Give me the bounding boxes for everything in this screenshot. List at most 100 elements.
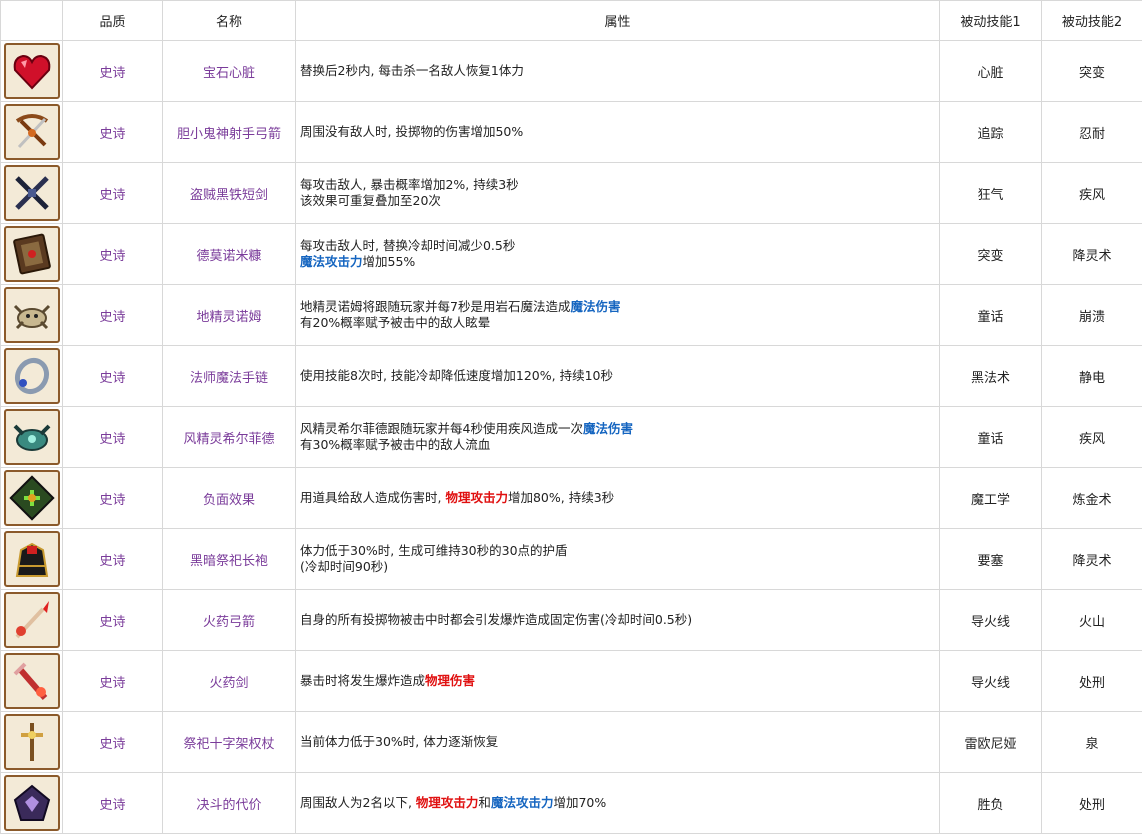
table-row: 史诗 胆小鬼神射手弓箭 周围没有敌人时, 投掷物的伤害增加50% 追踪 忍耐 [0,101,1142,163]
black-dagger-icon [3,165,60,221]
item-quality: 史诗 [62,406,163,468]
table-row: 史诗 盗贼黑铁短剑 每攻击敌人, 暴击概率增加2%, 持续3秒 该效果可重复叠加至20… [0,162,1142,224]
attribute-line: 地精灵诺姆将跟随玩家并每7秒是用岩石魔法造成魔法伤害 [300,299,939,315]
table-row: 史诗 风精灵希尔菲德 风精灵希尔菲德跟随玩家并每4秒使用疾风造成一次魔法伤害 有30%… [0,406,1142,468]
highlight-term: 魔法攻击力 [300,254,363,269]
attribute-text: 体力低于30%时, 生成可维持30秒的30点的护盾 [300,543,568,558]
attribute-text: 增加55% [362,254,416,269]
attribute-line: 有20%概率赋予被击中的敌人眩晕 [300,315,939,331]
attribute-line: 替换后2秒内, 每击杀一名敌人恢复1体力 [300,63,939,79]
attribute-line: 该效果可重复叠加至20次 [300,193,939,209]
item-quality: 史诗 [62,772,163,834]
passive-skill-2: 疾风 [1041,162,1142,224]
item-quality: 史诗 [62,162,163,224]
passive-skill-1: 心脏 [939,40,1042,102]
item-attributes: 风精灵希尔菲德跟随玩家并每4秒使用疾风造成一次魔法伤害 有30%概率赋予被击中的敌… [295,406,940,468]
fire-sword-icon [3,653,60,709]
table-row: 史诗 宝石心脏 替换后2秒内, 每击杀一名敌人恢复1体力 心脏 突变 [0,40,1142,102]
item-attributes: 用道具给敌人造成伤害时, 物理攻击力增加80%, 持续3秒 [295,467,940,529]
attribute-text: 增加70% [553,795,607,810]
passive-skill-2: 降灵术 [1041,223,1142,285]
item-quality: 史诗 [62,345,163,407]
table-row: 史诗 火药弓箭 自身的所有投掷物被击中时都会引发爆炸造成固定伤害(冷却时间0.5秒)… [0,589,1142,651]
passive-skill-1: 胜负 [939,772,1042,834]
item-name: 风精灵希尔菲德 [162,406,296,468]
attribute-line: 有30%概率赋予被击中的敌人流血 [300,437,939,453]
item-icon-cell [0,589,63,651]
item-attributes: 周围敌人为2名以下, 物理攻击力和魔法攻击力增加70% [295,772,940,834]
attribute-text: 自身的所有投掷物被击中时都会引发爆炸造成固定伤害(冷却时间0.5秒) [300,612,693,627]
item-quality: 史诗 [62,650,163,712]
passive-skill-1: 童话 [939,284,1042,346]
item-attributes: 暴击时将发生爆炸造成物理伤害 [295,650,940,712]
highlight-term: 物理伤害 [425,673,476,688]
passive-skill-2: 降灵术 [1041,528,1142,590]
passive-skill-1: 雷欧尼娅 [939,711,1042,773]
item-icon-cell [0,406,63,468]
item-icon-cell [0,467,63,529]
passive-skill-2: 静电 [1041,345,1142,407]
item-attributes: 替换后2秒内, 每击杀一名敌人恢复1体力 [295,40,940,102]
passive-skill-2: 泉 [1041,711,1142,773]
highlight-term: 魔法伤害 [570,299,621,314]
table-row: 史诗 负面效果 用道具给敌人造成伤害时, 物理攻击力增加80%, 持续3秒 魔工学 炼金… [0,467,1142,529]
header-row: 品质 名称 属性 被动技能1 被动技能2 [0,0,1142,41]
item-icon-cell [0,345,63,407]
item-icon-cell [0,40,63,102]
attribute-line: 当前体力低于30%时, 体力逐渐恢复 [300,734,939,750]
passive-skill-1: 魔工学 [939,467,1042,529]
item-quality: 史诗 [62,467,163,529]
header-icon [0,0,63,41]
attribute-line: 使用技能8次时, 技能冷却降低速度增加120%, 持续10秒 [300,368,939,384]
passive-skill-1: 导火线 [939,650,1042,712]
header-passive-2: 被动技能2 [1041,0,1142,41]
crab-icon [3,287,60,343]
chain-bracelet-icon [3,348,60,404]
item-icon-cell [0,528,63,590]
item-attributes: 每攻击敌人时, 替换冷却时间减少0.5秒 魔法攻击力增加55% [295,223,940,285]
table-row: 史诗 黑暗祭祀长袍 体力低于30%时, 生成可维持30秒的30点的护盾 (冷却时间90… [0,528,1142,590]
item-icon-cell [0,650,63,712]
attribute-line: 周围没有敌人时, 投掷物的伤害增加50% [300,124,939,140]
item-quality: 史诗 [62,40,163,102]
passive-skill-2: 忍耐 [1041,101,1142,163]
passive-skill-2: 处刑 [1041,772,1142,834]
highlight-term: 魔法伤害 [582,421,633,436]
item-quality: 史诗 [62,528,163,590]
header-name: 名称 [162,0,296,41]
item-name: 胆小鬼神射手弓箭 [162,101,296,163]
passive-skill-2: 崩溃 [1041,284,1142,346]
item-attributes: 周围没有敌人时, 投掷物的伤害增加50% [295,101,940,163]
attribute-text: 增加80%, 持续3秒 [507,490,615,505]
item-quality: 史诗 [62,101,163,163]
item-name: 火药剑 [162,650,296,712]
table-row: 史诗 地精灵诺姆 地精灵诺姆将跟随玩家并每7秒是用岩石魔法造成魔法伤害 有20%概率赋… [0,284,1142,346]
attribute-line: 周围敌人为2名以下, 物理攻击力和魔法攻击力增加70% [300,795,939,811]
table-row: 史诗 法师魔法手链 使用技能8次时, 技能冷却降低速度增加120%, 持续10秒 黑法… [0,345,1142,407]
item-name: 负面效果 [162,467,296,529]
passive-skill-1: 突变 [939,223,1042,285]
passive-skill-2: 突变 [1041,40,1142,102]
attribute-line: 魔法攻击力增加55% [300,254,939,270]
item-name: 法师魔法手链 [162,345,296,407]
spellbook-icon [3,226,60,282]
attribute-line: (冷却时间90秒) [300,559,939,575]
attribute-text: 替换后2秒内, 每击杀一名敌人恢复1体力 [300,63,524,78]
attribute-text: 周围没有敌人时, 投掷物的伤害增加50% [300,124,524,139]
crossbow-icon [3,104,60,160]
item-name: 决斗的代价 [162,772,296,834]
passive-skill-2: 火山 [1041,589,1142,651]
header-quality: 品质 [62,0,163,41]
item-name: 祭祀十字架权杖 [162,711,296,773]
attribute-text: 暴击时将发生爆炸造成 [300,673,426,688]
item-attributes: 当前体力低于30%时, 体力逐渐恢复 [295,711,940,773]
item-attributes: 使用技能8次时, 技能冷却降低速度增加120%, 持续10秒 [295,345,940,407]
passive-skill-1: 导火线 [939,589,1042,651]
attribute-text: 地精灵诺姆将跟随玩家并每7秒是用岩石魔法造成 [300,299,571,314]
item-quality: 史诗 [62,284,163,346]
item-attributes: 自身的所有投掷物被击中时都会引发爆炸造成固定伤害(冷却时间0.5秒) [295,589,940,651]
highlight-term: 物理攻击力 [445,490,508,505]
green-rune-icon [3,470,60,526]
passive-skill-2: 处刑 [1041,650,1142,712]
item-icon-cell [0,772,63,834]
